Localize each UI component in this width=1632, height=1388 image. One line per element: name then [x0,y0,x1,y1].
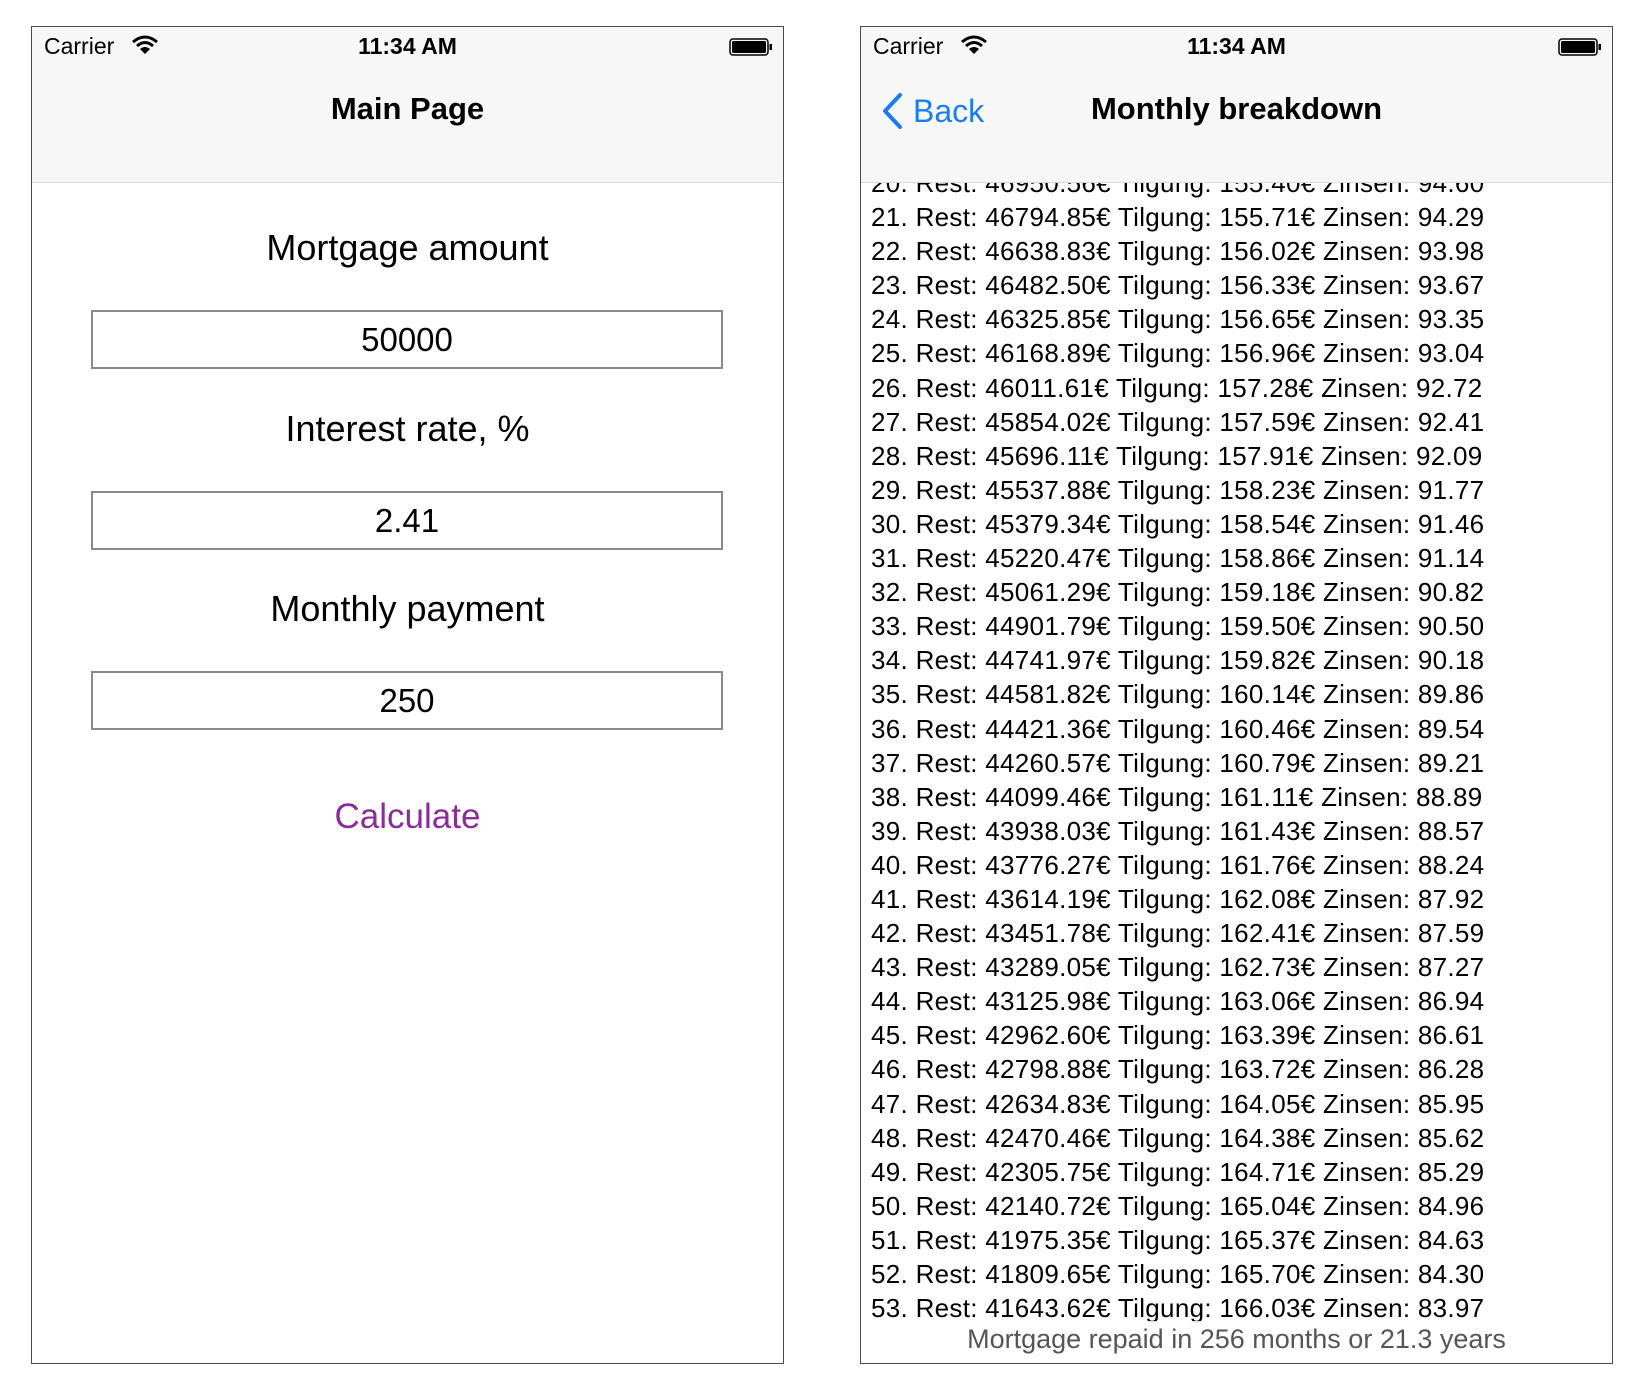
status-time: 11:34 AM [358,33,457,59]
breakdown-row: 41. Rest: 43614.19€ Tilgung: 162.08€ Zin… [871,883,1485,914]
breakdown-row: 31. Rest: 45220.47€ Tilgung: 158.86€ Zin… [871,543,1485,574]
breakdown-row: 42. Rest: 43451.78€ Tilgung: 162.41€ Zin… [871,918,1485,949]
monthly-payment-input[interactable] [91,671,723,730]
mortgage-amount-label: Mortgage amount [266,227,549,268]
breakdown-row: 51. Rest: 41975.35€ Tilgung: 165.37€ Zin… [871,1224,1485,1255]
breakdown-rows: 20. Rest: 46950.56€ Tilgung: 155.40€ Zin… [871,183,1601,1325]
breakdown-row: 47. Rest: 42634.83€ Tilgung: 164.05€ Zin… [871,1088,1485,1119]
breakdown-row: 45. Rest: 42962.60€ Tilgung: 163.39€ Zin… [871,1020,1485,1051]
monthly-payment-label: Monthly payment [270,588,545,629]
breakdown-row: 39. Rest: 43938.03€ Tilgung: 161.43€ Zin… [871,815,1485,846]
calculate-button[interactable]: Calculate [32,797,783,837]
interest-rate-input[interactable] [91,491,723,550]
breakdown-row: 28. Rest: 45696.11€ Tilgung: 157.91€ Zin… [871,440,1483,471]
battery-icon [1558,38,1601,56]
breakdown-row: 27. Rest: 45854.02€ Tilgung: 157.59€ Zin… [871,406,1485,437]
breakdown-row: 21. Rest: 46794.85€ Tilgung: 155.71€ Zin… [871,202,1485,233]
breakdown-row: 29. Rest: 45537.88€ Tilgung: 158.23€ Zin… [871,474,1485,505]
mortgage-amount-input[interactable] [91,310,723,369]
breakdown-list[interactable]: 20. Rest: 46950.56€ Tilgung: 155.40€ Zin… [861,183,1612,1345]
breakdown-row: 20. Rest: 46950.56€ Tilgung: 155.40€ Zin… [871,183,1485,198]
battery-icon [729,38,772,56]
breakdown-row: 52. Rest: 41809.65€ Tilgung: 165.70€ Zin… [871,1259,1485,1289]
breakdown-row: 25. Rest: 46168.89€ Tilgung: 156.96€ Zin… [871,338,1485,369]
breakdown-row: 30. Rest: 45379.34€ Tilgung: 158.54€ Zin… [871,508,1485,539]
status-bar: Carrier 11:34 AM [32,27,783,67]
breakdown-row: 37. Rest: 44260.57€ Tilgung: 160.79€ Zin… [871,747,1485,778]
breakdown-row: 38. Rest: 44099.46€ Tilgung: 161.11€ Zin… [871,781,1483,812]
breakdown-row: 44. Rest: 43125.98€ Tilgung: 163.06€ Zin… [871,986,1485,1017]
page-title: Main Page [330,91,485,126]
breakdown-row: 48. Rest: 42470.46€ Tilgung: 164.38€ Zin… [871,1122,1485,1153]
breakdown-row: 24. Rest: 46325.85€ Tilgung: 156.65€ Zin… [871,304,1485,335]
breakdown-row: 50. Rest: 42140.72€ Tilgung: 165.04€ Zin… [871,1190,1485,1221]
breakdown-row: 43. Rest: 43289.05€ Tilgung: 162.73€ Zin… [871,952,1485,983]
breakdown-row: 49. Rest: 42305.75€ Tilgung: 164.71€ Zin… [871,1156,1485,1187]
breakdown-row: 32. Rest: 45061.29€ Tilgung: 159.18€ Zin… [871,577,1485,608]
breakdown-row: 46. Rest: 42798.88€ Tilgung: 163.72€ Zin… [871,1054,1485,1085]
summary-label: Mortgage repaid in 256 months or 21.3 ye… [861,1321,1612,1357]
navigation-bar: Back Monthly breakdown [861,67,1612,183]
breakdown-screen: Carrier 11:34 AM Back Monthly breakdown … [860,26,1613,1364]
breakdown-row: 23. Rest: 46482.50€ Tilgung: 156.33€ Zin… [871,270,1485,301]
breakdown-row: 22. Rest: 46638.83€ Tilgung: 156.02€ Zin… [871,236,1485,267]
interest-rate-label: Interest rate, % [285,408,530,449]
breakdown-row: 35. Rest: 44581.82€ Tilgung: 160.14€ Zin… [871,679,1485,710]
breakdown-row: 36. Rest: 44421.36€ Tilgung: 160.46€ Zin… [871,713,1485,744]
status-time: 11:34 AM [1187,33,1286,59]
main-page-screen: Carrier 11:34 AM Main Page Mortgage amou… [31,26,784,1364]
page-title: Monthly breakdown [1090,91,1383,126]
breakdown-row: 33. Rest: 44901.79€ Tilgung: 159.50€ Zin… [871,611,1485,642]
breakdown-row: 26. Rest: 46011.61€ Tilgung: 157.28€ Zin… [871,372,1483,403]
status-bar: Carrier 11:34 AM [861,27,1612,67]
breakdown-row: 40. Rest: 43776.27€ Tilgung: 161.76€ Zin… [871,849,1485,880]
navigation-bar: Main Page [32,67,783,183]
breakdown-row: 34. Rest: 44741.97€ Tilgung: 159.82€ Zin… [871,645,1485,676]
